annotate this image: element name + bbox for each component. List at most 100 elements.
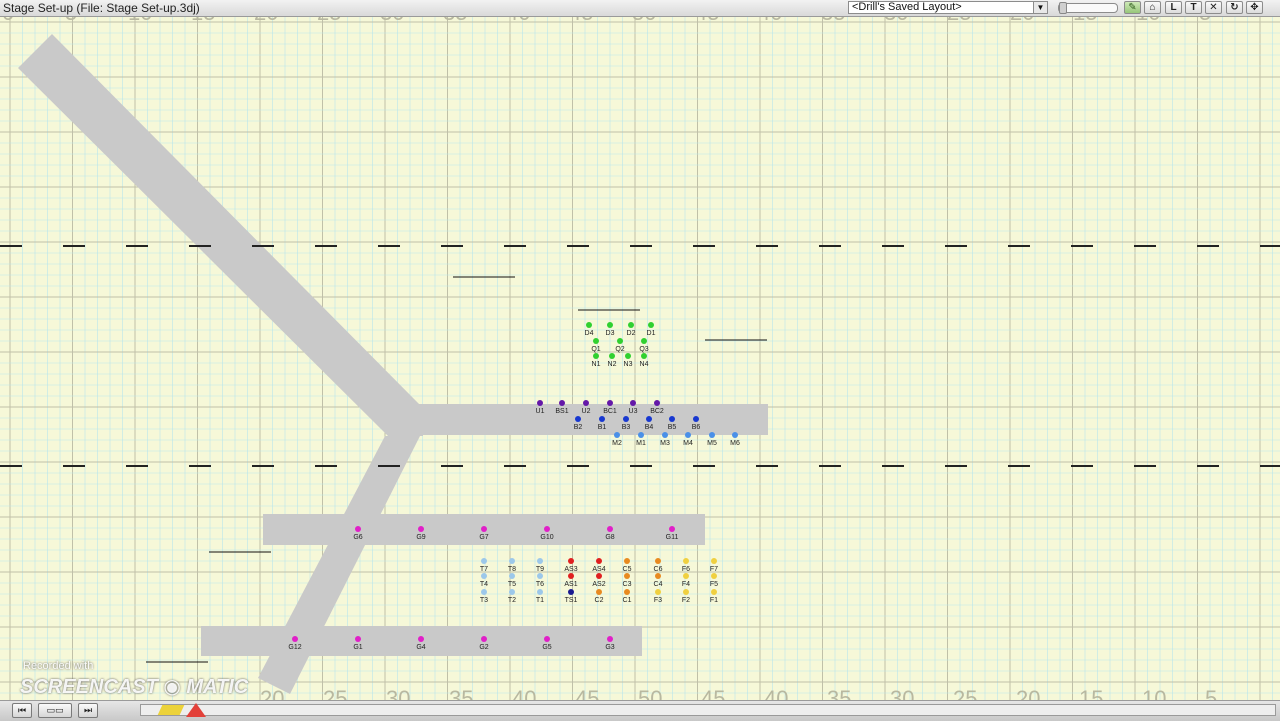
step-forward-icon[interactable]: ⏭ xyxy=(78,703,98,718)
performer-dot[interactable] xyxy=(481,558,487,564)
performer-f4[interactable]: F4 xyxy=(682,573,690,588)
timeline-track[interactable] xyxy=(140,704,1276,716)
performer-dot[interactable] xyxy=(709,432,715,438)
performer-dot[interactable] xyxy=(544,636,550,642)
performer-dot[interactable] xyxy=(596,558,602,564)
pen-tool-icon[interactable]: ✎ xyxy=(1124,1,1141,14)
performer-dot[interactable] xyxy=(481,573,487,579)
count-marker[interactable] xyxy=(157,705,185,715)
performer-as2[interactable]: AS2 xyxy=(592,573,606,588)
t-button[interactable]: T xyxy=(1185,1,1202,14)
performer-f2[interactable]: F2 xyxy=(682,589,690,604)
performer-as3[interactable]: AS3 xyxy=(564,558,578,573)
performer-f3[interactable]: F3 xyxy=(654,589,662,604)
rewind-start-icon[interactable]: ⏮ xyxy=(12,703,32,718)
performer-dot[interactable] xyxy=(481,636,487,642)
performer-t3[interactable]: T3 xyxy=(480,589,488,604)
performer-dot[interactable] xyxy=(624,573,630,579)
performer-t4[interactable]: T4 xyxy=(480,573,488,588)
performer-dot[interactable] xyxy=(509,573,515,579)
performer-dot[interactable] xyxy=(662,432,668,438)
performer-bc1[interactable]: BC1 xyxy=(603,400,617,415)
performer-dot[interactable] xyxy=(586,322,592,328)
performer-dot[interactable] xyxy=(638,432,644,438)
performer-dot[interactable] xyxy=(607,636,613,642)
performer-u3[interactable]: U3 xyxy=(629,400,638,415)
performer-dot[interactable] xyxy=(509,589,515,595)
performer-t1[interactable]: T1 xyxy=(536,589,544,604)
performer-dot[interactable] xyxy=(481,589,487,595)
performer-dot[interactable] xyxy=(711,589,717,595)
performer-c2[interactable]: C2 xyxy=(595,589,604,604)
performer-dot[interactable] xyxy=(683,558,689,564)
performer-c5[interactable]: C5 xyxy=(623,558,632,573)
performer-d3[interactable]: D3 xyxy=(606,322,615,337)
performer-dot[interactable] xyxy=(669,526,675,532)
performer-dot[interactable] xyxy=(630,400,636,406)
performer-dot[interactable] xyxy=(623,416,629,422)
performer-dot[interactable] xyxy=(537,400,543,406)
performer-q2[interactable]: Q2 xyxy=(615,338,625,353)
performer-dot[interactable] xyxy=(599,416,605,422)
performer-dot[interactable] xyxy=(732,432,738,438)
performer-dot[interactable] xyxy=(593,338,599,344)
home-icon[interactable]: ⌂ xyxy=(1144,1,1161,14)
performer-dot[interactable] xyxy=(609,353,615,359)
performer-dot[interactable] xyxy=(624,558,630,564)
performer-u2[interactable]: U2 xyxy=(582,400,591,415)
performer-dot[interactable] xyxy=(648,322,654,328)
performer-c6[interactable]: C6 xyxy=(654,558,663,573)
performer-t5[interactable]: T5 xyxy=(508,573,516,588)
performer-n3[interactable]: N3 xyxy=(624,353,633,368)
performer-dot[interactable] xyxy=(568,573,574,579)
performer-as4[interactable]: AS4 xyxy=(592,558,606,573)
performer-dot[interactable] xyxy=(537,589,543,595)
performer-as1[interactable]: AS1 xyxy=(564,573,578,588)
performer-dot[interactable] xyxy=(711,573,717,579)
performer-dot[interactable] xyxy=(575,416,581,422)
filmstrip-icon[interactable]: ▭▭ xyxy=(38,703,72,718)
performer-dot[interactable] xyxy=(641,353,647,359)
performer-dot[interactable] xyxy=(607,322,613,328)
performer-d2[interactable]: D2 xyxy=(627,322,636,337)
close-icon[interactable]: ✕ xyxy=(1205,1,1222,14)
performer-dot[interactable] xyxy=(628,322,634,328)
performer-d4[interactable]: D4 xyxy=(585,322,594,337)
performer-dot[interactable] xyxy=(596,573,602,579)
performer-dot[interactable] xyxy=(646,416,652,422)
performer-dot[interactable] xyxy=(583,400,589,406)
performer-dot[interactable] xyxy=(624,589,630,595)
performer-f1[interactable]: F1 xyxy=(710,589,718,604)
performer-dot[interactable] xyxy=(641,338,647,344)
zoom-slider[interactable] xyxy=(1058,2,1118,14)
performer-ts1[interactable]: TS1 xyxy=(565,589,578,604)
layout-select[interactable]: <Drill's Saved Layout> ▼ xyxy=(848,1,1048,14)
performer-t8[interactable]: T8 xyxy=(508,558,516,573)
performer-dot[interactable] xyxy=(655,589,661,595)
performer-dot[interactable] xyxy=(292,636,298,642)
performer-dot[interactable] xyxy=(509,558,515,564)
performer-f6[interactable]: F6 xyxy=(682,558,690,573)
performer-t6[interactable]: T6 xyxy=(536,573,544,588)
performer-dot[interactable] xyxy=(568,558,574,564)
performer-bc2[interactable]: BC2 xyxy=(650,400,664,415)
performer-c3[interactable]: C3 xyxy=(623,573,632,588)
performer-dot[interactable] xyxy=(559,400,565,406)
performer-dot[interactable] xyxy=(607,400,613,406)
performer-dot[interactable] xyxy=(537,573,543,579)
performer-dot[interactable] xyxy=(614,432,620,438)
l-button[interactable]: L xyxy=(1165,1,1182,14)
performer-c4[interactable]: C4 xyxy=(654,573,663,588)
performer-dot[interactable] xyxy=(355,526,361,532)
performer-dot[interactable] xyxy=(625,353,631,359)
performer-t2[interactable]: T2 xyxy=(508,589,516,604)
performer-dot[interactable] xyxy=(655,558,661,564)
performer-bs1[interactable]: BS1 xyxy=(555,400,569,415)
performer-dot[interactable] xyxy=(683,573,689,579)
performer-dot[interactable] xyxy=(568,589,574,595)
performer-dot[interactable] xyxy=(683,589,689,595)
performer-f7[interactable]: F7 xyxy=(710,558,718,573)
performer-u1[interactable]: U1 xyxy=(536,400,545,415)
performer-dot[interactable] xyxy=(481,526,487,532)
performer-t7[interactable]: T7 xyxy=(480,558,488,573)
